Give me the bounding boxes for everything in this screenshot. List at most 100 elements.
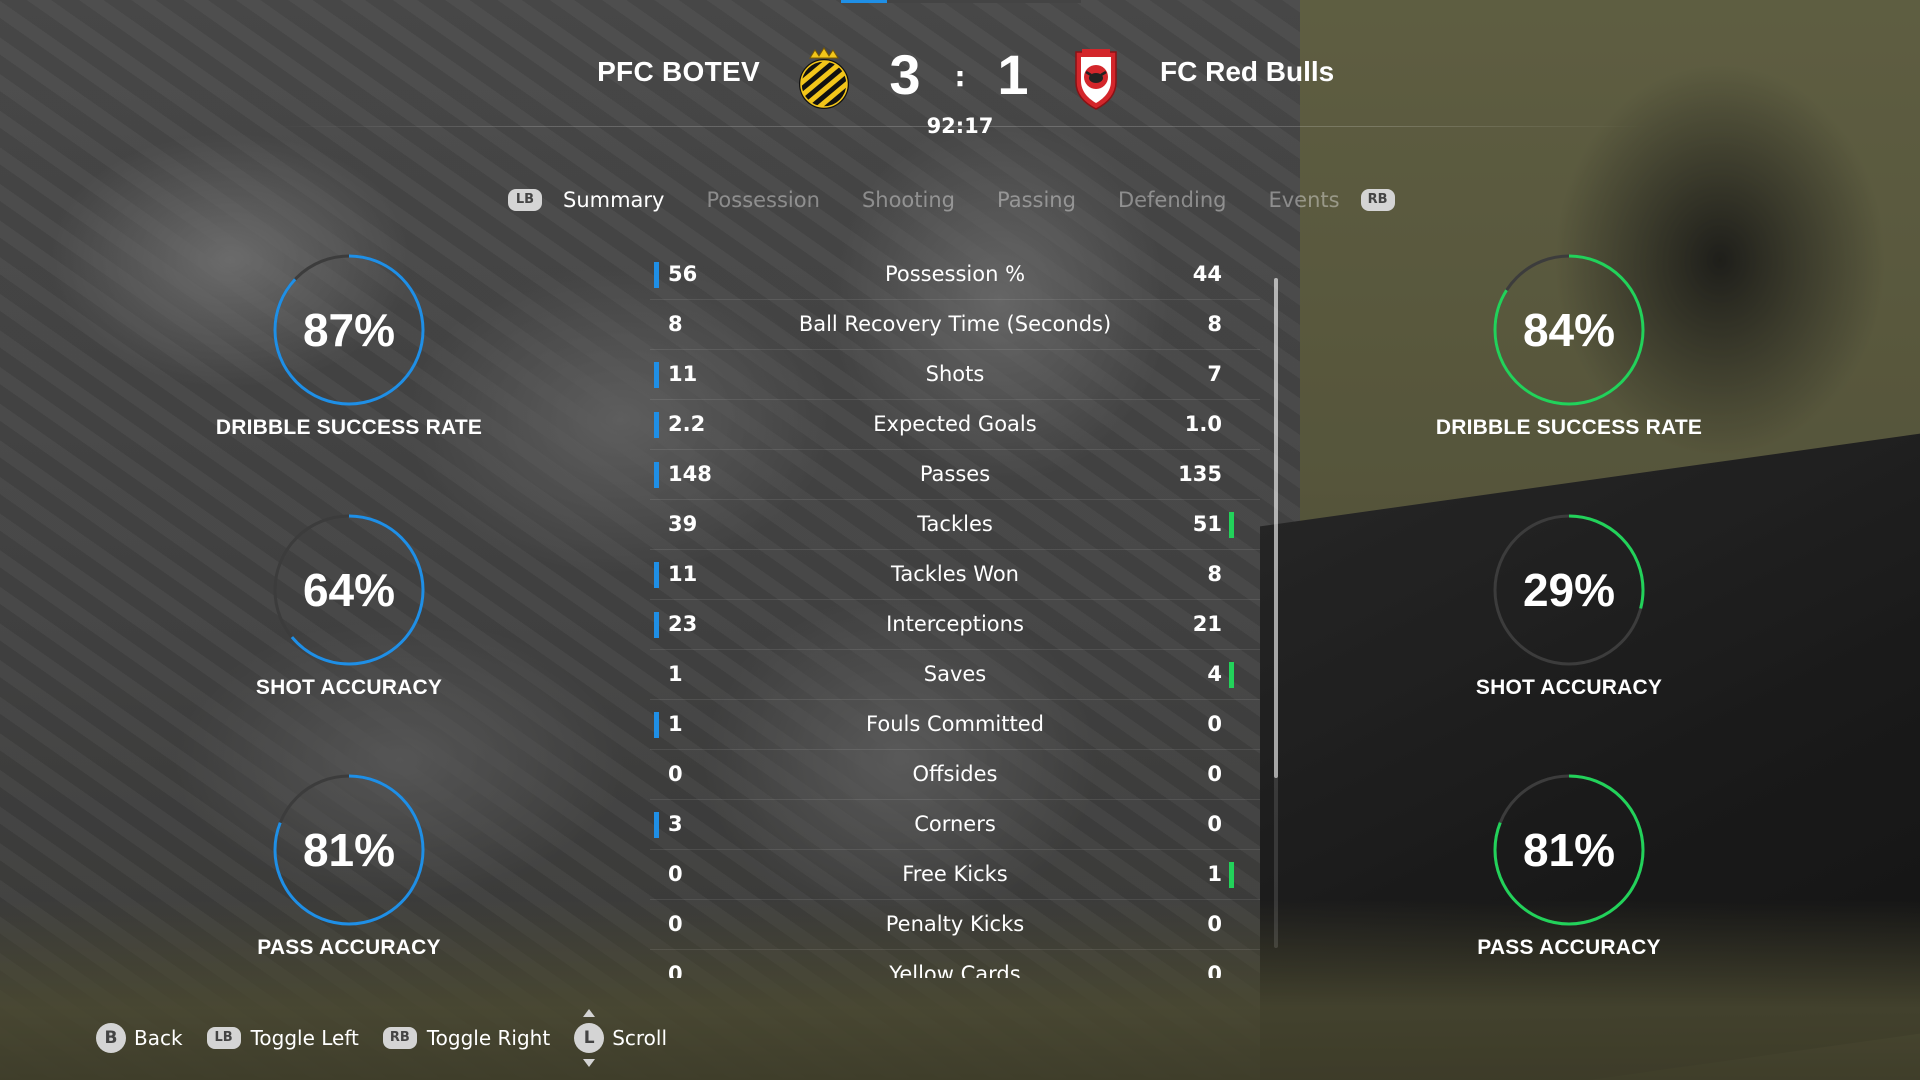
away-stat-value: 51 (1192, 512, 1222, 536)
header-divider (270, 126, 1650, 127)
stat-row: 8 Ball Recovery Time (Seconds) 8 (650, 300, 1260, 350)
stat-row: 0 Penalty Kicks 0 (650, 900, 1260, 950)
toggle-left-hint[interactable]: LB Toggle Left (206, 1026, 359, 1050)
stat-row: 11 Tackles Won 8 (650, 550, 1260, 600)
back-label: Back (134, 1026, 183, 1050)
stats-scrollbar[interactable] (1274, 278, 1278, 948)
arrow-up-icon (583, 1009, 596, 1017)
away-stat-value: 1 (1207, 862, 1222, 886)
b-button-icon: B (96, 1023, 126, 1053)
home-leader-bar (654, 362, 659, 388)
home-stat-value: 39 (668, 512, 698, 536)
away-stat-value: 8 (1207, 562, 1222, 586)
score-separator: : (954, 60, 966, 93)
home-ring-gauge: 87% (271, 252, 427, 408)
stats-scrollbar-thumb[interactable] (1274, 278, 1278, 778)
scroll-label: Scroll (612, 1026, 668, 1050)
toggle-right-hint[interactable]: RB Toggle Right (382, 1026, 551, 1050)
home-stat-value: 0 (668, 962, 683, 978)
away-ring-label: DRIBBLE SUCCESS RATE (1435, 416, 1703, 439)
home-leader-bar (654, 812, 659, 838)
rb-button-icon[interactable]: RB (1360, 189, 1395, 211)
tab-summary[interactable]: Summary (563, 188, 664, 212)
home-ring-gauge: 81% (271, 772, 427, 928)
tab-defending[interactable]: Defending (1118, 188, 1227, 212)
home-stat-value: 11 (668, 562, 698, 586)
away-ring-label: SHOT ACCURACY (1475, 676, 1663, 699)
away-leader-bar (1229, 862, 1234, 888)
away-ring-gauge: 29% (1491, 512, 1647, 668)
home-leader-bar (654, 562, 659, 588)
home-ring-value: 81% (302, 824, 396, 876)
home-ring-label: DRIBBLE SUCCESS RATE (215, 416, 483, 439)
away-stat-cell: 44 (1072, 250, 1222, 299)
tab-events[interactable]: Events (1268, 188, 1339, 212)
stat-row: 0 Offsides 0 (650, 750, 1260, 800)
away-stat-cell: 0 (1072, 950, 1222, 978)
home-leader-bar (654, 462, 659, 488)
home-stat-value: 11 (668, 362, 698, 386)
stat-row: 0 Yellow Cards 0 (650, 950, 1260, 978)
home-stat-value: 23 (668, 612, 698, 636)
away-score: 1 (997, 43, 1029, 106)
away-stat-cell: 7 (1072, 350, 1222, 399)
home-stat-value: 1 (668, 662, 683, 686)
stat-row: 1 Fouls Committed 0 (650, 700, 1260, 750)
away-stat-cell: 51 (1072, 500, 1234, 549)
top-page-indicator-active (841, 0, 887, 3)
away-stat-value: 21 (1192, 612, 1222, 636)
toggle-right-label: Toggle Right (426, 1026, 551, 1050)
stat-row: 3 Corners 0 (650, 800, 1260, 850)
away-ring-gauge: 81% (1491, 772, 1647, 928)
home-team-name: PFC BOTEV (597, 56, 760, 87)
left-stick-icon: L (574, 1009, 605, 1067)
away-team-name: FC Red Bulls (1160, 56, 1335, 87)
stats-table[interactable]: 56 Possession % 44 8 Ball Recovery Time (Sec… (650, 250, 1260, 978)
away-stat-cell: 21 (1072, 600, 1222, 649)
arrow-down-icon (583, 1059, 596, 1067)
lb-button-icon: LB (206, 1027, 241, 1049)
stat-row: 0 Free Kicks 1 (650, 850, 1260, 900)
away-stat-value: 8 (1207, 312, 1222, 336)
home-stat-value: 0 (668, 862, 683, 886)
home-score: 3 (889, 43, 921, 106)
tab-passing[interactable]: Passing (997, 188, 1076, 212)
home-stat-value: 2.2 (668, 412, 706, 436)
top-page-indicator (841, 0, 1081, 3)
stat-row: 39 Tackles 51 (650, 500, 1260, 550)
stat-row: 56 Possession % 44 (650, 250, 1260, 300)
away-leader-bar (1229, 662, 1234, 688)
away-stat-value: 0 (1207, 962, 1222, 978)
stat-row: 2.2 Expected Goals 1.0 (650, 400, 1260, 450)
botev-crest-icon (799, 47, 849, 109)
home-stat-value: 148 (668, 462, 712, 486)
home-leader-bar (654, 262, 659, 288)
away-stat-cell: 1.0 (1072, 400, 1222, 449)
away-stat-cell: 8 (1072, 300, 1222, 349)
away-ring-gauge: 84% (1491, 252, 1647, 408)
home-ring-label: SHOT ACCURACY (255, 676, 443, 699)
away-stat-cell: 135 (1072, 450, 1222, 499)
tab-possession[interactable]: Possession (706, 188, 819, 212)
tab-shooting[interactable]: Shooting (862, 188, 955, 212)
home-stat-value: 1 (668, 712, 683, 736)
away-stat-value: 4 (1207, 662, 1222, 686)
away-stat-cell: 0 (1072, 750, 1222, 799)
scroll-hint[interactable]: L Scroll (574, 1009, 668, 1067)
home-stat-value: 3 (668, 812, 683, 836)
stat-row: 11 Shots 7 (650, 350, 1260, 400)
home-ring-value: 64% (302, 564, 396, 616)
away-stat-value: 0 (1207, 712, 1222, 736)
home-ring-gauge: 64% (271, 512, 427, 668)
home-ring-value: 87% (302, 304, 396, 356)
left-stick-key: L (574, 1023, 605, 1053)
away-stat-value: 0 (1207, 912, 1222, 936)
lb-button-icon[interactable]: LB (508, 189, 542, 211)
away-stat-value: 0 (1207, 812, 1222, 836)
stat-row: 1 Saves 4 (650, 650, 1260, 700)
home-stat-value: 56 (668, 262, 698, 286)
home-leader-bar (654, 712, 659, 738)
back-hint[interactable]: B Back (96, 1023, 183, 1053)
home-leader-bar (654, 612, 659, 638)
home-stat-value: 8 (668, 312, 683, 336)
